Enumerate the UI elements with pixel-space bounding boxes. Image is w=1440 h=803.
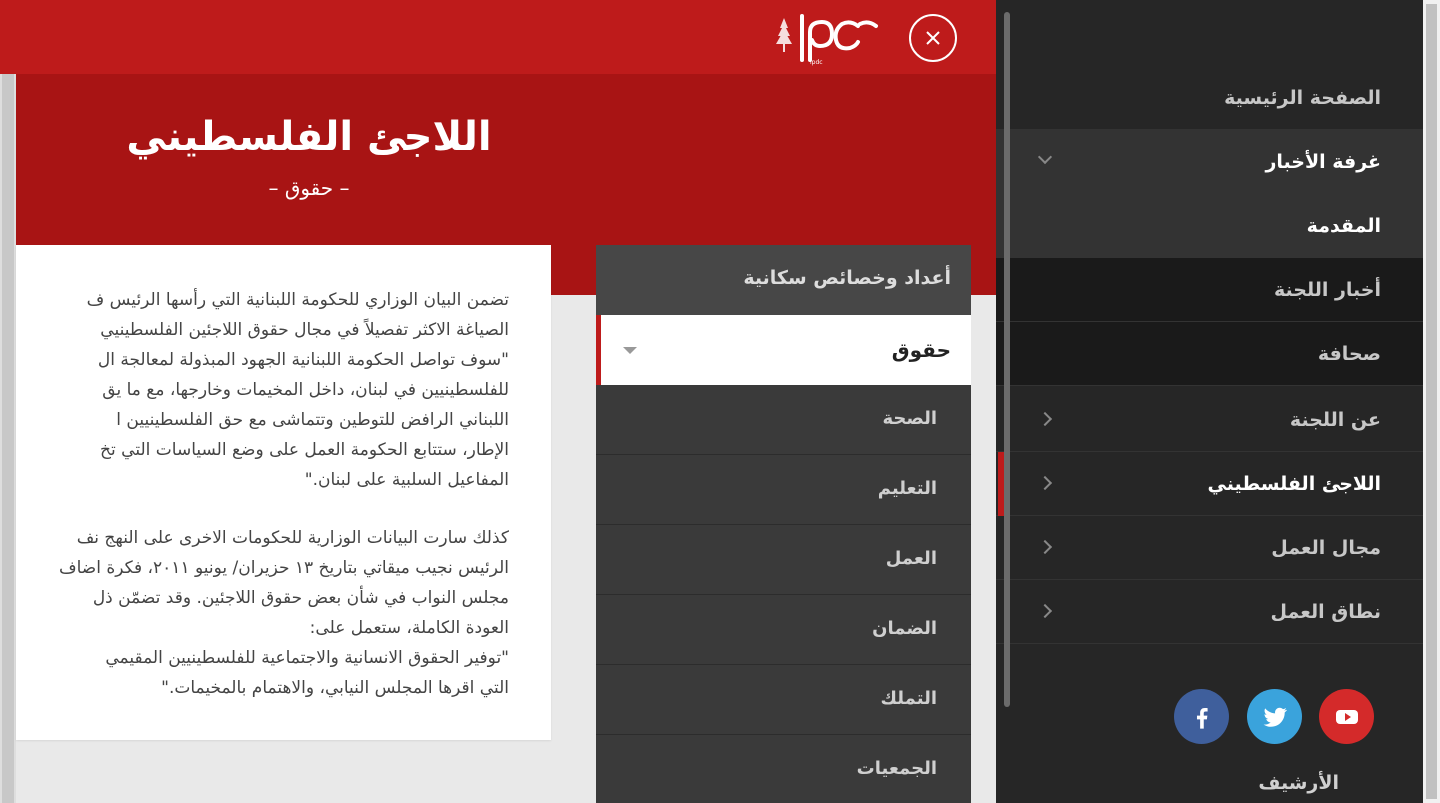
subnav-item-associations[interactable]: الجمعيات <box>596 735 971 803</box>
subnav-item-label: الضمان <box>872 618 937 639</box>
caret-down-icon[interactable] <box>623 347 637 354</box>
subnav-item-label: الصحة <box>882 408 937 429</box>
facebook-icon <box>1196 707 1208 729</box>
sidebar-item-label: غرفة الأخبار <box>1265 151 1381 173</box>
youtube-button[interactable] <box>1319 689 1374 744</box>
subnav-active-label: حقوق <box>891 338 951 362</box>
chevron-left-icon[interactable] <box>1037 475 1053 491</box>
text-line: الرئيس نجيب ميقاتي بتاريخ ١٣ حزيران/ يون… <box>58 558 509 578</box>
text-line: "سوف تواصل الحكومة اللبنانية الجهود المب… <box>97 350 509 370</box>
close-button[interactable] <box>909 14 957 62</box>
section-subnav: أعداد وخصائص سكانية حقوق الصحة التعليم ا… <box>596 245 971 803</box>
text-line: اللبناني الرافض للتوطين وتتماشى مع حق ال… <box>116 410 509 430</box>
text-line: المفاعيل السلبية على لبنان." <box>304 470 509 490</box>
sidebar-item-label: مجال العمل <box>1271 537 1381 559</box>
chevron-down-icon[interactable] <box>1037 149 1053 165</box>
subnav-item-ownership[interactable]: التملك <box>596 665 971 735</box>
subnav-item-population[interactable]: أعداد وخصائص سكانية <box>596 245 971 315</box>
sidebar-item-field-of-work[interactable]: مجال العمل <box>996 516 1423 580</box>
text-line: التي اقرها المجلس النيابي، والاهتمام بال… <box>161 678 509 698</box>
sidebar-item-label: أخبار اللجنة <box>1273 279 1381 301</box>
page-title: اللاجئ الفلسطيني <box>126 114 492 160</box>
text-line: "توفير الحقوق الانسانية والاجتماعية للفل… <box>105 648 509 668</box>
subnav-item-education[interactable]: التعليم <box>596 455 971 525</box>
subnav-item-security[interactable]: الضمان <box>596 595 971 665</box>
subnav-item-label: العمل <box>885 548 937 569</box>
sidebar-item-about[interactable]: عن اللجنة <box>996 388 1423 452</box>
facebook-button[interactable] <box>1174 689 1229 744</box>
text-line: للفلسطينيين في لبنان، داخل المخيمات وخار… <box>102 380 509 400</box>
sidebar-item-scope-of-work[interactable]: نطاق العمل <box>996 580 1423 644</box>
scrollbar-thumb[interactable] <box>1426 4 1437 799</box>
sidebar-item-label: الصفحة الرئيسية <box>1224 87 1381 109</box>
subnav-item-label: الجمعيات <box>856 758 937 779</box>
top-header-bar: lpdc <box>0 0 996 74</box>
chevron-left-icon[interactable] <box>1037 603 1053 619</box>
subnav-item-work[interactable]: العمل <box>596 525 971 595</box>
content-card: تضمن البيان الوزاري للحكومة اللبنانية ال… <box>16 245 551 740</box>
text-line: تضمن البيان الوزاري للحكومة اللبنانية ال… <box>86 290 509 310</box>
paragraph-2: كذلك سارت البيانات الوزارية للحكومات الا… <box>16 523 509 703</box>
sidebar-scrollbar[interactable] <box>1004 12 1010 707</box>
lpdc-logo[interactable]: lpdc <box>772 10 882 66</box>
sidebar-item-label: صحافة <box>1317 343 1381 365</box>
text-line: كذلك سارت البيانات الوزارية للحكومات الا… <box>76 528 509 548</box>
subnav-item-rights[interactable]: حقوق <box>596 315 971 385</box>
logo-lettering: lpdc <box>810 59 823 66</box>
sidebar-item-home[interactable]: الصفحة الرئيسية <box>996 66 1423 130</box>
sidebar-item-intro[interactable]: المقدمة <box>996 194 1423 258</box>
left-edge-panel <box>0 74 16 803</box>
close-icon <box>926 31 940 45</box>
sidebar-item-press[interactable]: صحافة <box>996 322 1423 386</box>
sidebar-item-label: اللاجئ الفلسطيني <box>1207 473 1381 495</box>
sidebar-item-label: نطاق العمل <box>1270 601 1381 623</box>
sidebar-item-label: عن اللجنة <box>1289 409 1381 431</box>
text-line: الصياغة الاكثر تفصيلاً في مجال حقوق اللا… <box>100 320 509 340</box>
twitter-icon <box>1263 707 1287 727</box>
chevron-left-icon[interactable] <box>1037 411 1053 427</box>
chevron-left-icon[interactable] <box>1037 539 1053 555</box>
youtube-icon <box>1335 709 1358 724</box>
text-line: العودة الكاملة، ستعمل على: <box>309 618 509 638</box>
sidebar-item-newsroom[interactable]: غرفة الأخبار <box>996 130 1423 194</box>
text-line: الإطار، ستتابع الحكومة العمل على وضع الس… <box>100 440 509 460</box>
page-subtitle: – حقوق – <box>268 176 350 200</box>
sidebar-menu: الصفحة الرئيسية غرفة الأخبار المقدمة أخب… <box>996 0 1423 803</box>
page-scrollbar[interactable] <box>1423 0 1440 803</box>
sidebar-item-label: المقدمة <box>1306 215 1381 237</box>
sidebar-item-palestinian-refugee[interactable]: اللاجئ الفلسطيني <box>996 452 1423 516</box>
left-edge-bar <box>2 74 14 803</box>
twitter-button[interactable] <box>1247 689 1302 744</box>
text-line: مجلس النواب في شأن بعض حقوق اللاجئين. وق… <box>92 588 509 608</box>
paragraph-1: تضمن البيان الوزاري للحكومة اللبنانية ال… <box>16 285 509 495</box>
subnav-item-label: التعليم <box>877 478 937 499</box>
sidebar-item-committee-news[interactable]: أخبار اللجنة <box>996 258 1423 322</box>
subnav-item-health[interactable]: الصحة <box>596 385 971 455</box>
page: lpdc اللاجئ الفلسطيني – حقوق – تضمن البي… <box>0 0 1440 803</box>
subnav-item-label: التملك <box>880 688 937 709</box>
sidebar-item-archive[interactable]: الأرشيف <box>1258 772 1339 794</box>
